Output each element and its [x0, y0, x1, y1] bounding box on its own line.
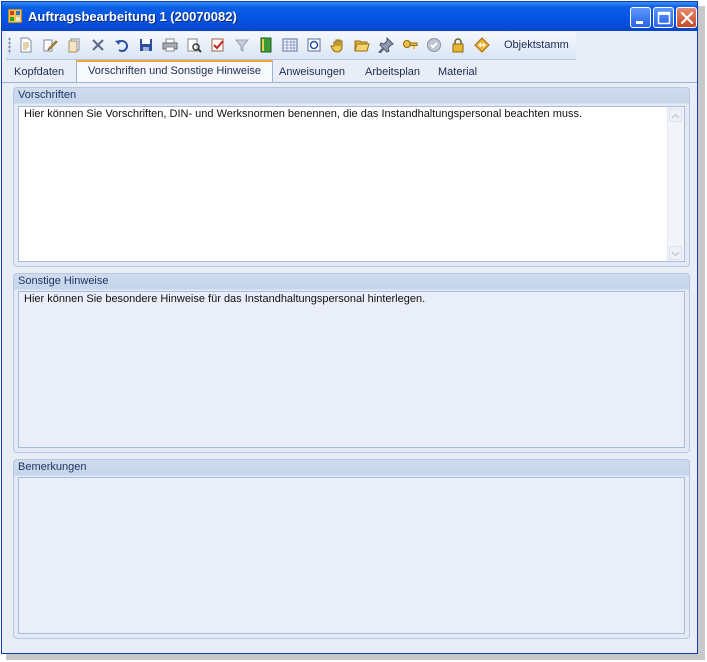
vorschriften-scrollbar[interactable]	[667, 107, 684, 261]
scroll-down-button[interactable]	[669, 246, 682, 260]
vorschriften-group: Vorschriften Hier können Sie Vorschrifte…	[13, 87, 690, 267]
print-icon[interactable]	[162, 37, 178, 53]
tab-kopfdaten[interactable]: Kopfdaten	[14, 64, 64, 81]
application-window: Auftragsbearbeitung 1 (20070082) Objekts…	[1, 1, 698, 654]
scroll-up-button[interactable]	[669, 108, 682, 122]
undo-icon[interactable]	[114, 37, 130, 53]
window-title: Auftragsbearbeitung 1 (20070082)	[28, 9, 237, 24]
sonstige-hinweise-title: Sonstige Hinweise	[18, 275, 109, 287]
copy-icon[interactable]	[66, 37, 82, 53]
sonstige-hinweise-textarea[interactable]: Hier können Sie besondere Hinweise für d…	[18, 291, 685, 448]
bemerkungen-title: Bemerkungen	[18, 461, 87, 473]
chevron-up-icon	[671, 113, 680, 119]
hand-icon[interactable]	[330, 37, 346, 53]
close-button[interactable]	[676, 7, 697, 28]
tab-material[interactable]: Material	[438, 64, 477, 81]
print-preview-icon[interactable]	[186, 37, 202, 53]
maximize-icon	[657, 11, 671, 25]
navigate-icon[interactable]	[474, 37, 490, 53]
catalog-icon[interactable]	[306, 37, 322, 53]
objektstamm-button[interactable]: Objektstamm	[504, 39, 569, 51]
app-icon[interactable]	[7, 8, 23, 24]
pin-icon[interactable]	[378, 37, 394, 53]
save-icon[interactable]	[138, 37, 154, 53]
approve-icon[interactable]	[426, 37, 442, 53]
minimize-icon	[636, 21, 643, 24]
toolbar: Objektstamm	[6, 32, 576, 60]
vorschriften-text: Hier können Sie Vorschriften, DIN- und W…	[24, 108, 583, 120]
tab-vorschriften-und-sonstige-hinweise[interactable]: Vorschriften und Sonstige Hinweise	[76, 60, 274, 82]
folder-open-icon[interactable]	[354, 37, 370, 53]
close-icon	[680, 11, 694, 25]
new-document-icon[interactable]	[18, 37, 34, 53]
table-icon[interactable]	[282, 37, 298, 53]
lock-icon[interactable]	[450, 37, 466, 53]
tab-arbeitsplan[interactable]: Arbeitsplan	[365, 64, 420, 81]
filter-icon[interactable]	[234, 37, 250, 53]
minimize-button[interactable]	[630, 7, 651, 28]
keys-icon[interactable]	[402, 37, 418, 53]
toolbar-grip[interactable]	[8, 37, 11, 54]
vorschriften-textarea[interactable]: Hier können Sie Vorschriften, DIN- und W…	[18, 106, 685, 262]
vorschriften-title: Vorschriften	[18, 89, 77, 101]
bemerkungen-textarea[interactable]	[18, 477, 685, 634]
tab-anweisungen[interactable]: Anweisungen	[279, 64, 345, 81]
chevron-down-icon	[671, 251, 680, 257]
title-bar[interactable]: Auftragsbearbeitung 1 (20070082)	[2, 2, 697, 31]
maximize-button[interactable]	[653, 7, 674, 28]
book-icon[interactable]	[258, 37, 274, 53]
tab-strip: Kopfdaten Vorschriften und Sonstige Hinw…	[2, 60, 697, 83]
edit-icon[interactable]	[42, 37, 58, 53]
checklist-icon[interactable]	[210, 37, 226, 53]
sonstige-hinweise-text: Hier können Sie besondere Hinweise für d…	[24, 293, 426, 305]
sonstige-hinweise-group: Sonstige Hinweise Hier können Sie besond…	[13, 273, 690, 453]
delete-icon[interactable]	[90, 37, 106, 53]
bemerkungen-group: Bemerkungen	[13, 459, 690, 639]
